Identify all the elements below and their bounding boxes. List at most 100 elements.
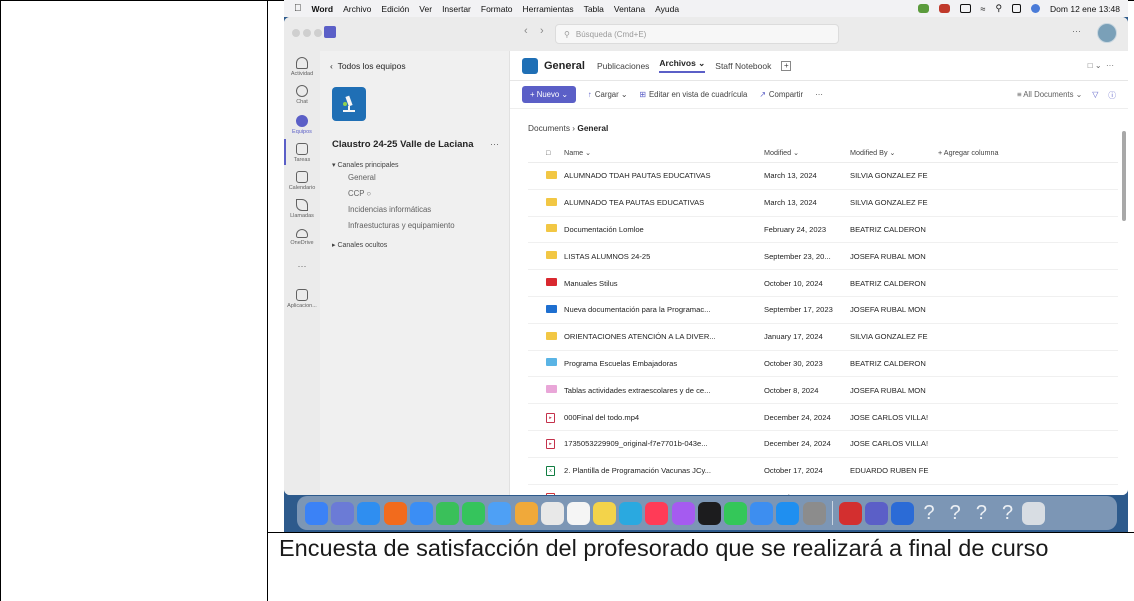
file-name[interactable]: Tablas actividades extraescolares y de c… xyxy=(564,386,764,395)
header-name[interactable]: Name ⌄ xyxy=(564,148,764,157)
rail-item-more[interactable]: ··· xyxy=(284,261,320,271)
dock-app-icon[interactable] xyxy=(802,501,826,525)
grid-view-button[interactable]: ⊞ Editar en vista de cuadrícula xyxy=(639,90,747,99)
menu-insertar[interactable]: Insertar xyxy=(442,4,471,14)
file-name[interactable]: Manuales Stilus xyxy=(564,279,764,288)
rail-item-tasks[interactable]: Tareas xyxy=(284,143,320,163)
main-channels-header[interactable]: ▾ Canales principales xyxy=(332,161,399,169)
control-center-icon[interactable] xyxy=(1012,4,1022,13)
dock-app-icon[interactable] xyxy=(645,501,669,525)
channel-ccp[interactable]: CCP ○ xyxy=(348,189,371,198)
rail-item-calendar[interactable]: Calendario xyxy=(284,171,320,191)
menu-formato[interactable]: Formato xyxy=(481,4,513,14)
titlebar-more-button[interactable]: ··· xyxy=(1072,26,1081,36)
dock-app-icon[interactable] xyxy=(776,501,800,525)
zoom-window-button[interactable] xyxy=(314,29,322,37)
rail-item-apps[interactable]: Aplicacion... xyxy=(284,289,320,309)
spotlight-icon[interactable]: ⚲ xyxy=(995,3,1002,14)
channel-general[interactable]: General xyxy=(348,173,376,182)
dock-app-icon[interactable] xyxy=(514,501,538,525)
menubar-clock[interactable]: Dom 12 ene 13:48 xyxy=(1050,4,1120,14)
dock-app-icon[interactable] xyxy=(891,501,915,525)
table-row[interactable]: ▸ 1735053229909_original-f7e7701b-043e...… xyxy=(528,431,1118,458)
back-to-teams-link[interactable]: ‹ Todos los equipos xyxy=(330,61,406,71)
dock-app-icon[interactable] xyxy=(619,501,643,525)
dock-app-icon[interactable] xyxy=(488,501,512,525)
new-button[interactable]: + Nuevo ⌄ xyxy=(522,86,576,103)
rail-item-calls[interactable]: Llamadas xyxy=(284,199,320,219)
file-name[interactable]: LISTAS ALUMNOS 24-25 xyxy=(564,252,764,261)
dock-app-icon[interactable] xyxy=(838,501,862,525)
channel-infraestructuras[interactable]: Infraestucturas y equipamiento xyxy=(348,221,455,230)
table-row[interactable]: Programa Escuelas Embajadoras October 30,… xyxy=(528,351,1118,378)
share-button[interactable]: ↗ Compartir xyxy=(759,90,803,99)
file-name[interactable]: 000Final del todo.mp4 xyxy=(564,413,764,422)
dock-app-icon[interactable] xyxy=(593,501,617,525)
menu-tabla[interactable]: Tabla xyxy=(584,4,604,14)
dock-app-icon[interactable] xyxy=(671,501,695,525)
file-name[interactable]: APELLIDO APELLIDO, NOMBRE- IES VAL... xyxy=(564,493,764,495)
dock-app-icon[interactable] xyxy=(566,501,590,525)
dock-app-icon[interactable] xyxy=(724,501,747,525)
wifi-icon[interactable]: ≈ xyxy=(981,4,986,14)
file-name[interactable]: ORIENTACIONES ATENCIÓN A LA DIVER... xyxy=(564,332,764,341)
apple-icon[interactable]:  xyxy=(294,3,302,14)
menu-app-name[interactable]: Word xyxy=(312,4,334,14)
file-name[interactable]: Nueva documentación para la Programac... xyxy=(564,305,764,314)
header-modified[interactable]: Modified ⌄ xyxy=(764,148,850,157)
filter-icon[interactable]: ▽ xyxy=(1092,90,1098,101)
table-row[interactable]: Documentación Lomloe February 24, 2023 BEA… xyxy=(528,217,1118,244)
menu-ventana[interactable]: Ventana xyxy=(614,4,645,14)
tab-staff-notebook[interactable]: Staff Notebook xyxy=(715,61,771,71)
table-row[interactable]: ALUMNADO TEA PAUTAS EDUCATIVAS March 13, … xyxy=(528,190,1118,217)
team-more-button[interactable]: ··· xyxy=(490,139,499,149)
dock-app-icon[interactable] xyxy=(409,501,433,525)
header-modified-by[interactable]: Modified By ⌄ xyxy=(850,148,938,157)
hidden-channels-header[interactable]: ▸ Canales ocultos xyxy=(332,241,387,249)
battery-icon[interactable] xyxy=(959,4,971,13)
dock-app-icon[interactable] xyxy=(462,501,486,525)
file-name[interactable]: Programa Escuelas Embajadoras xyxy=(564,359,764,368)
channel-incidencias[interactable]: Incidencias informáticas xyxy=(348,205,431,214)
table-row[interactable]: LISTAS ALUMNOS 24-25 September 23, 20... J… xyxy=(528,243,1118,271)
menu-ayuda[interactable]: Ayuda xyxy=(655,4,679,14)
dock-app-icon[interactable] xyxy=(357,501,381,525)
table-row[interactable]: Nueva documentación para la Programac...… xyxy=(528,297,1118,324)
menu-archivo[interactable]: Archivo xyxy=(343,4,371,14)
scrollbar[interactable] xyxy=(1122,131,1126,221)
info-icon[interactable]: ⓘ xyxy=(1108,90,1116,101)
minimize-window-button[interactable] xyxy=(303,29,311,37)
dock-app-icon[interactable] xyxy=(865,501,889,525)
dock-app-icon[interactable] xyxy=(540,501,564,525)
close-window-button[interactable] xyxy=(292,29,300,37)
more-commands-button[interactable]: ··· xyxy=(815,90,823,99)
back-nav-icon[interactable]: ‹ xyxy=(524,25,528,37)
menu-herramientas[interactable]: Herramientas xyxy=(523,4,574,14)
breadcrumb-documents[interactable]: Documents xyxy=(528,123,570,133)
dock-missing-app-icon[interactable]: ? xyxy=(996,502,1019,525)
dock-missing-app-icon[interactable]: ? xyxy=(970,502,993,525)
rail-item-teams[interactable]: Equipos xyxy=(284,115,320,135)
status-app2-icon[interactable] xyxy=(938,4,950,13)
menu-ver[interactable]: Ver xyxy=(419,4,432,14)
table-row[interactable]: Tablas actividades extraescolares y de c… xyxy=(528,377,1118,405)
dock-app-icon[interactable] xyxy=(305,501,328,525)
view-selector[interactable]: ≡ All Documents ⌄ xyxy=(1017,90,1082,101)
dock-missing-app-icon[interactable]: ? xyxy=(944,502,967,525)
add-column-button[interactable]: + Agregar columna xyxy=(938,148,1058,157)
rail-item-chat[interactable]: Chat xyxy=(284,85,320,105)
team-name[interactable]: Claustro 24-25 Valle de Laciana xyxy=(332,139,474,150)
add-tab-icon[interactable]: + xyxy=(781,60,792,71)
file-name[interactable]: ALUMNADO TDAH PAUTAS EDUCATIVAS xyxy=(564,171,764,180)
tab-archivos[interactable]: Archivos ⌄ xyxy=(659,58,706,73)
dock-missing-app-icon[interactable]: ? xyxy=(918,502,941,525)
dock-app-icon[interactable] xyxy=(750,501,774,525)
table-row[interactable]: x 2. Plantilla de Programación Vacunas JC… xyxy=(528,458,1118,485)
rail-item-onedrive[interactable]: OneDrive xyxy=(284,229,320,246)
upload-button[interactable]: ↑ Cargar ⌄ xyxy=(588,90,627,99)
file-name[interactable]: 2. Plantilla de Programación Vacunas JCy… xyxy=(564,466,764,475)
dock-app-icon[interactable] xyxy=(697,501,721,525)
file-name[interactable]: ALUMNADO TEA PAUTAS EDUCATIVAS xyxy=(564,198,764,207)
table-row[interactable]: ▪ APELLIDO APELLIDO, NOMBRE- IES VAL...De… xyxy=(528,485,1118,495)
table-row[interactable]: ORIENTACIONES ATENCIÓN A LA DIVER... Janu… xyxy=(528,324,1118,351)
